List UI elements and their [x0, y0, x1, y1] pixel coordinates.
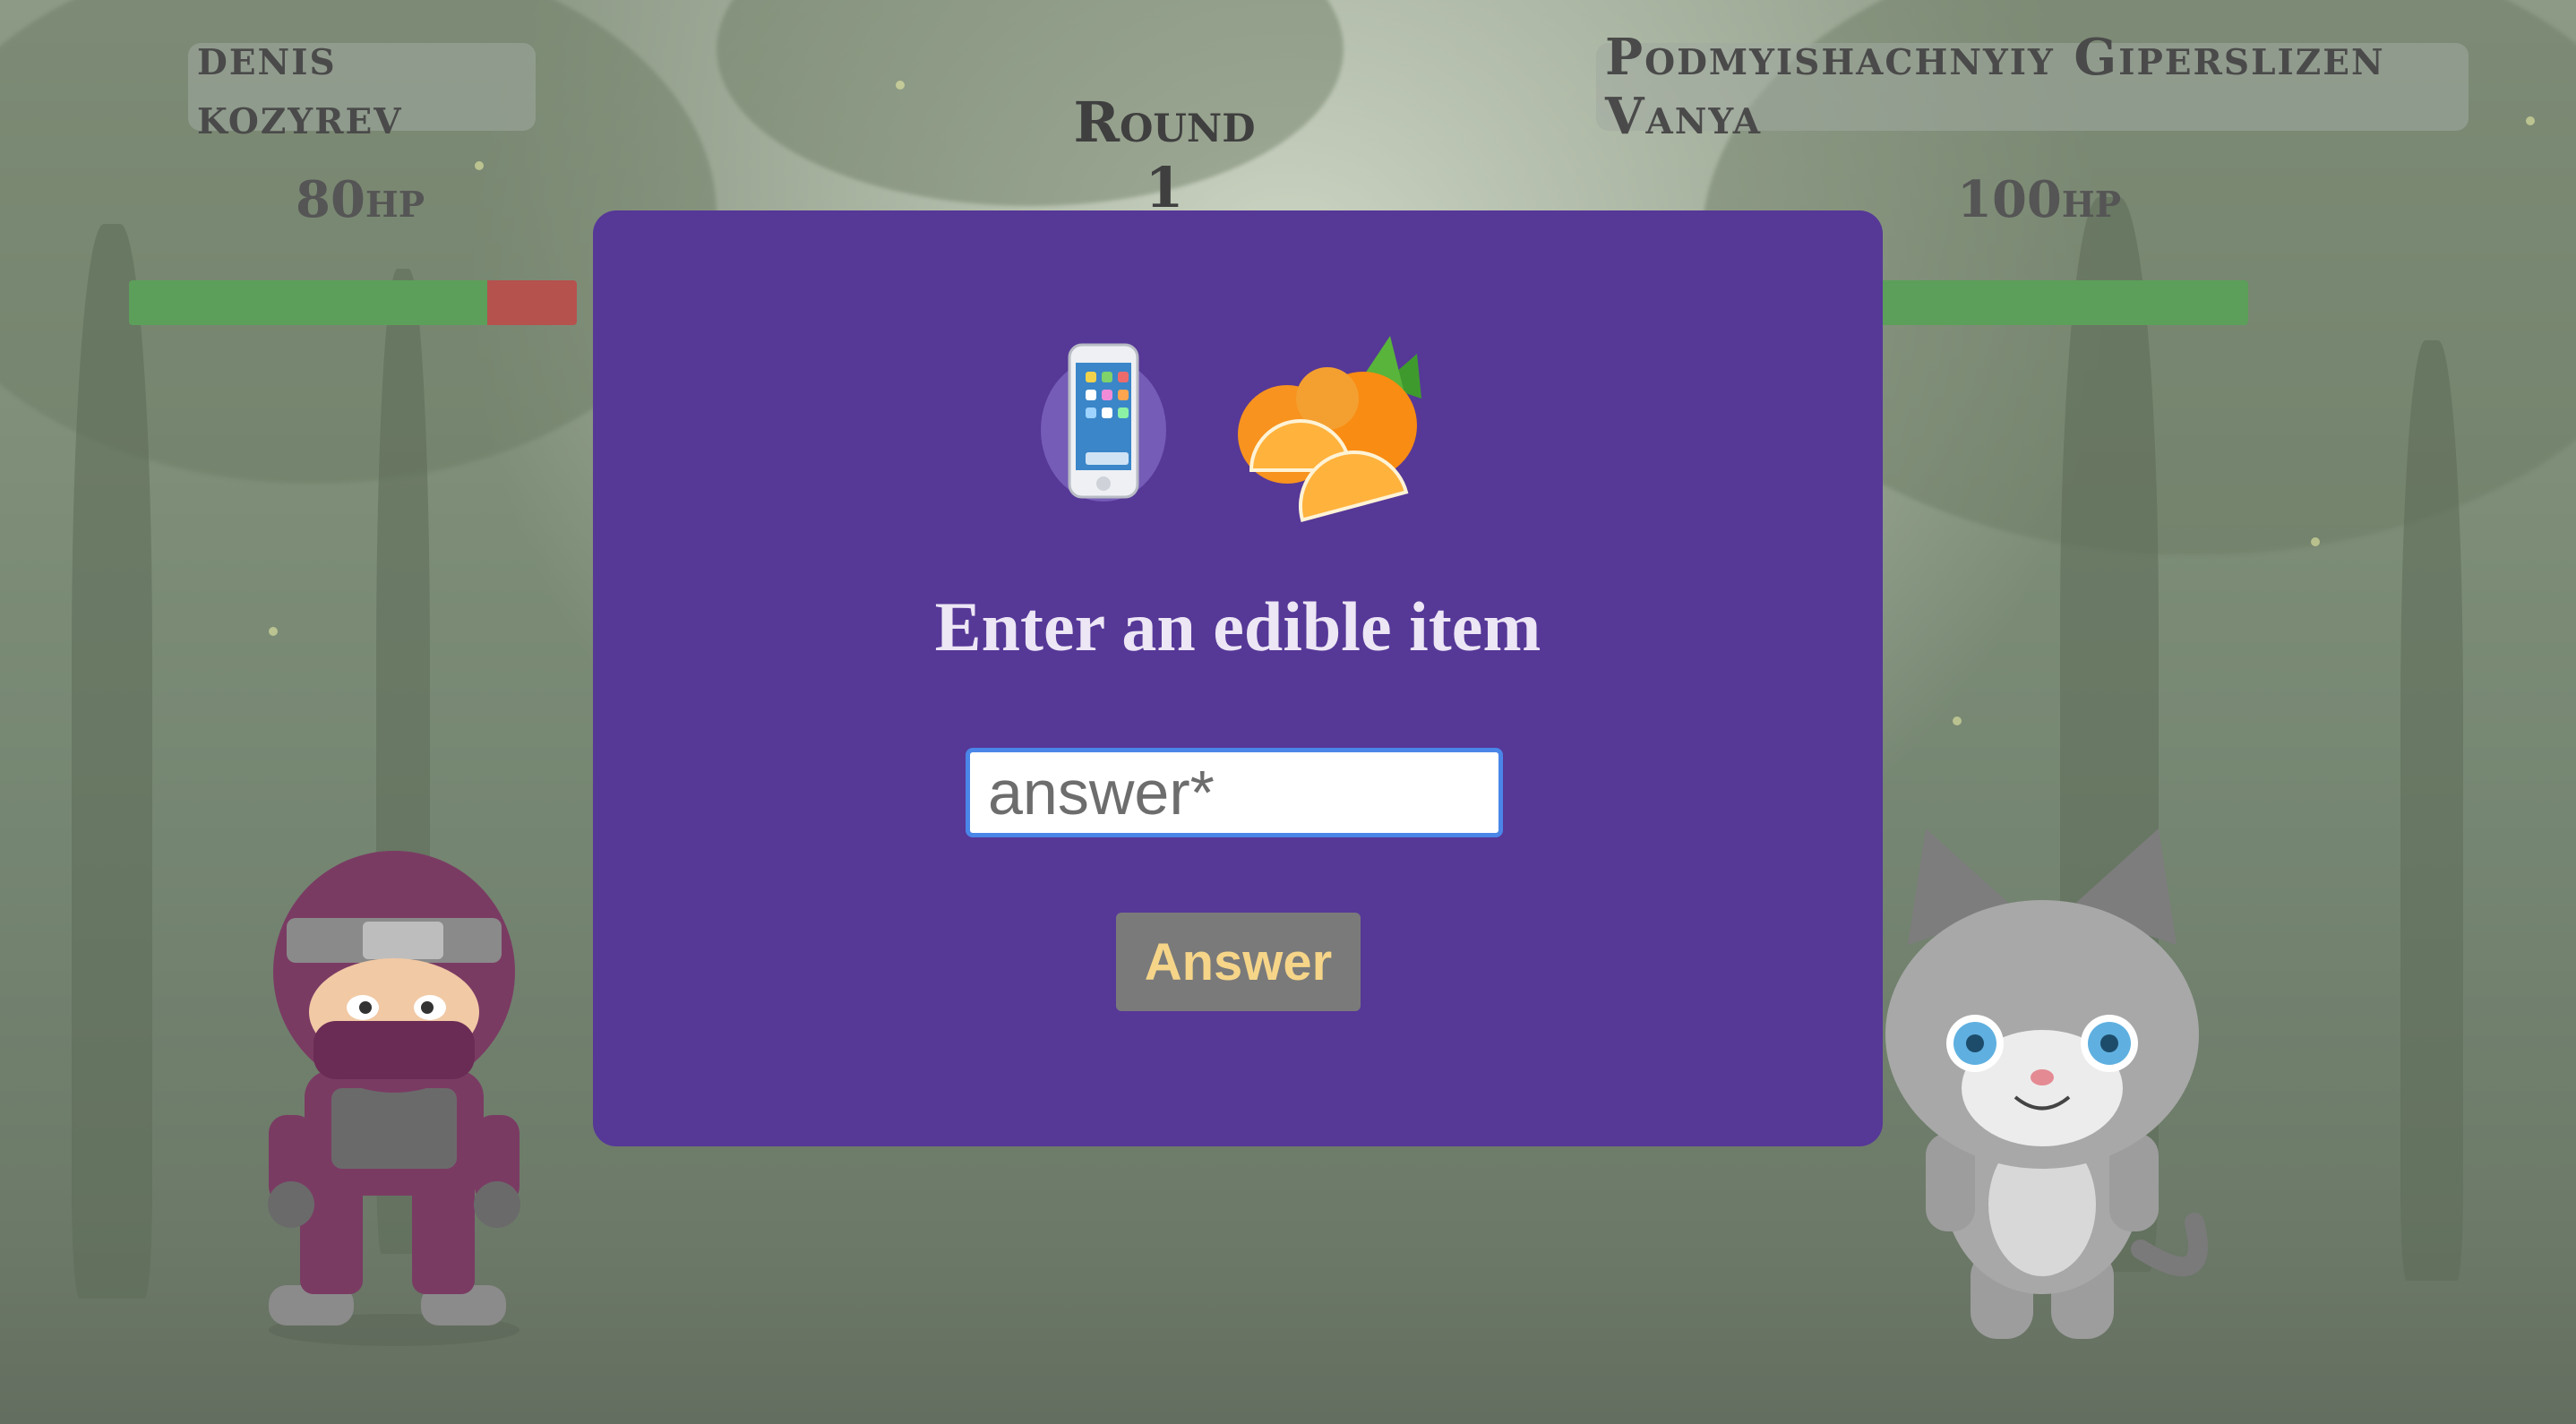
player1-name: denis kozyrev: [188, 28, 536, 146]
answer-input[interactable]: [966, 748, 1503, 837]
round-title: Round 1: [1073, 90, 1256, 220]
ninja-character: [268, 851, 520, 1346]
player2-hp-text: 100hp: [1957, 170, 2122, 229]
player1-hp-lost: [487, 280, 577, 325]
player1-hp-text: 80hp: [296, 170, 425, 229]
orange-icon: [1238, 336, 1421, 522]
question-modal: Enter an edible item Answer: [593, 210, 1883, 1146]
cat-character: [1885, 828, 2208, 1339]
player1-hp-fill: [129, 280, 487, 325]
phone-icon: [1041, 343, 1166, 502]
question-prompt: Enter an edible item: [934, 588, 1541, 665]
player1-hp-bar: [129, 280, 577, 325]
answer-button[interactable]: Answer: [1116, 913, 1361, 1011]
player2-name: Podmyishachnyiy Giperslizen Vanya: [1596, 28, 2469, 146]
modal-icons: [1041, 336, 1421, 522]
